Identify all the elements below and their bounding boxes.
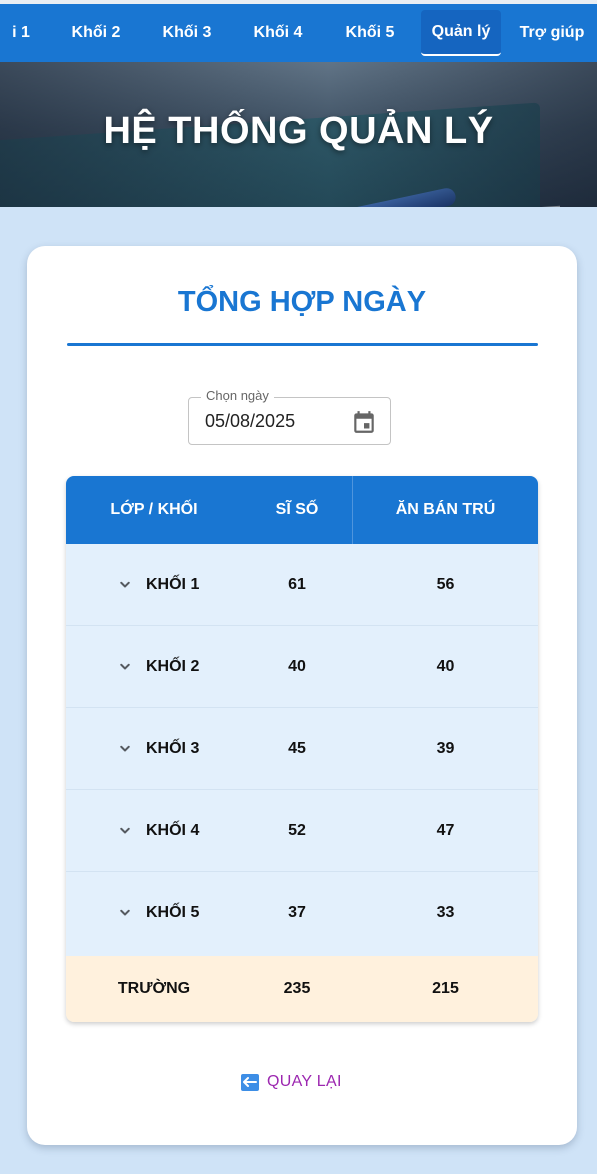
hero-banner: HỆ THỐNG QUẢN LÝ <box>0 62 597 207</box>
total-row: TRƯỜNG 235 215 <box>66 956 538 1022</box>
group-toggle[interactable]: KHỐI 2 <box>116 626 199 708</box>
cell-ban-tru: 40 <box>436 658 455 675</box>
chevron-down-icon <box>120 745 130 752</box>
total-si-so: 235 <box>283 980 311 997</box>
chevron-down-icon <box>120 827 130 834</box>
table-row[interactable]: KHỐI 2 40 40 <box>66 626 538 708</box>
cell-si-so: 45 <box>288 740 306 757</box>
group-label: KHỐI 4 <box>146 822 200 839</box>
cell-si-so: 52 <box>288 822 306 839</box>
group-label: KHỐI 5 <box>146 904 200 921</box>
back-button[interactable]: QUAY LẠI <box>241 1066 342 1098</box>
table-row[interactable]: KHỐI 4 52 47 <box>66 790 538 872</box>
table-row[interactable]: KHỐI 1 61 56 <box>66 544 538 626</box>
group-toggle[interactable]: KHỐI 3 <box>116 708 199 790</box>
date-field-label: Chọn ngày <box>201 388 274 403</box>
nav-item-khoi-3[interactable]: Khối 3 <box>155 10 219 56</box>
cell-si-so: 40 <box>288 658 306 675</box>
nav-item-khoi-5[interactable]: Khối 5 <box>338 10 402 56</box>
nav-item-quan-ly[interactable]: Quản lý <box>421 10 501 56</box>
cell-si-so: 37 <box>288 904 306 921</box>
date-input[interactable] <box>205 411 335 432</box>
nav-item-khoi-1[interactable]: i 1 <box>8 10 34 56</box>
top-nav: i 1 Khối 2 Khối 3 Khối 4 Khối 5 Quản lý … <box>0 4 597 62</box>
chevron-down-icon <box>120 909 130 916</box>
cell-ban-tru: 33 <box>436 904 455 921</box>
back-arrow-icon <box>241 1073 259 1091</box>
cell-ban-tru: 56 <box>436 576 455 593</box>
title-divider <box>67 343 538 346</box>
date-picker-field[interactable]: Chọn ngày <box>188 388 391 445</box>
total-label: TRƯỜNG <box>117 980 191 997</box>
hero-title: HỆ THỐNG QUẢN LÝ <box>103 110 494 152</box>
header-si-so: SĨ SỐ <box>275 501 319 518</box>
table-header: LỚP / KHỐI SĨ SỐ ĂN BÁN TRÚ <box>66 476 538 544</box>
nav-item-khoi-4[interactable]: Khối 4 <box>246 10 310 56</box>
group-label: KHỐI 3 <box>146 740 200 757</box>
group-label: KHỐI 1 <box>146 576 200 593</box>
table-row[interactable]: KHỐI 5 37 33 <box>66 872 538 954</box>
cell-si-so: 61 <box>288 576 306 593</box>
nav-item-tro-giup[interactable]: Trợ giúp <box>513 10 591 56</box>
chevron-down-icon <box>120 581 130 588</box>
header-lop-khoi: LỚP / KHỐI <box>110 501 198 518</box>
total-ban-tru: 215 <box>432 980 459 997</box>
nav-item-khoi-2[interactable]: Khối 2 <box>64 10 128 56</box>
calendar-icon[interactable] <box>351 409 377 435</box>
page: i 1 Khối 2 Khối 3 Khối 4 Khối 5 Quản lý … <box>0 0 597 1174</box>
cell-ban-tru: 39 <box>436 740 455 757</box>
card-title: TỔNG HỢP NGÀY <box>177 286 427 318</box>
back-button-label: QUAY LẠI <box>267 1073 342 1090</box>
group-toggle[interactable]: KHỐI 1 <box>116 544 199 626</box>
summary-card: TỔNG HỢP NGÀY Chọn ngày LỚP / KHỐI SĨ SỐ… <box>27 246 577 1145</box>
cell-ban-tru: 47 <box>436 822 455 839</box>
summary-table: LỚP / KHỐI SĨ SỐ ĂN BÁN TRÚ KHỐI 1 61 56… <box>66 476 538 1022</box>
group-toggle[interactable]: KHỐI 5 <box>116 872 199 954</box>
group-label: KHỐI 2 <box>146 658 200 675</box>
group-toggle[interactable]: KHỐI 4 <box>116 790 199 872</box>
table-row[interactable]: KHỐI 3 45 39 <box>66 708 538 790</box>
header-an-ban-tru: ĂN BÁN TRÚ <box>395 501 496 518</box>
chevron-down-icon <box>120 663 130 670</box>
